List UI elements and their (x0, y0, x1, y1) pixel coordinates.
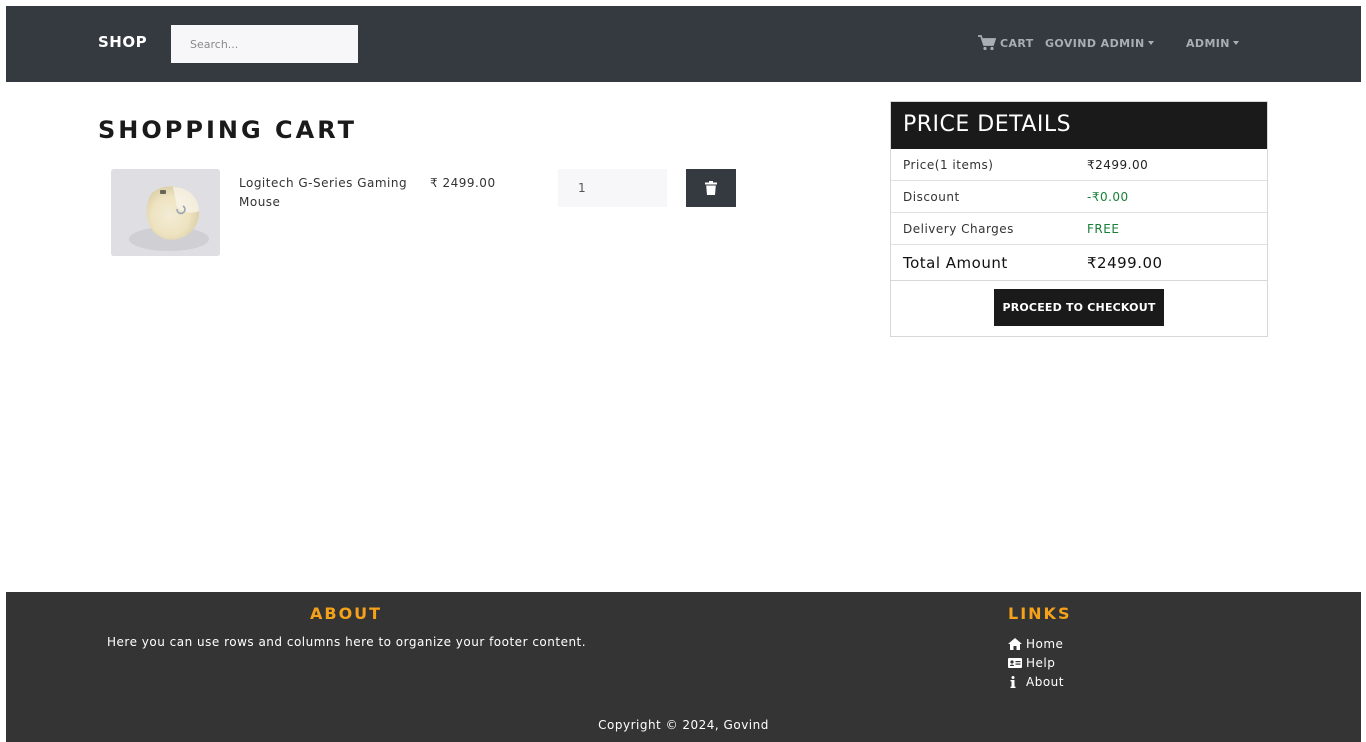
product-price: ₹ 2499.00 (430, 176, 496, 190)
footer-links: Home Help About (1008, 634, 1064, 691)
price-row: Price(1 items) ₹2499.00 (891, 149, 1267, 181)
footer-about-title: ABOUT (310, 604, 383, 623)
discount-label: Discount (903, 189, 960, 204)
footer-link-home[interactable]: Home (1008, 634, 1064, 653)
price-details-card: PRICE DETAILS Price(1 items) ₹2499.00 Di… (890, 101, 1268, 337)
home-icon (1008, 637, 1022, 650)
price-value: ₹2499.00 (1087, 157, 1149, 172)
discount-row: Discount -₹0.00 (891, 181, 1267, 213)
delivery-row: Delivery Charges FREE (891, 213, 1267, 245)
footer-links-title: LINKS (1008, 604, 1072, 623)
trash-icon (705, 181, 717, 195)
cart-item-row: Logitech G-Series Gaming Mouse ₹ 2499.00 (111, 169, 751, 259)
chevron-down-icon (1147, 40, 1154, 45)
total-label: Total Amount (903, 253, 1008, 272)
total-row: Total Amount ₹2499.00 (891, 245, 1267, 281)
footer-link-label: About (1026, 674, 1064, 689)
navbar: SHOP CART GOVIND ADMIN ADMIN (6, 6, 1361, 82)
price-details-title: PRICE DETAILS (891, 102, 1267, 149)
product-image[interactable] (111, 169, 220, 256)
footer-link-about[interactable]: About (1008, 672, 1064, 691)
page-title: SHOPPING CART (98, 116, 357, 144)
footer-link-help[interactable]: Help (1008, 653, 1064, 672)
delivery-value: FREE (1087, 221, 1120, 236)
footer-link-label: Help (1026, 655, 1056, 670)
info-icon (1010, 675, 1016, 688)
delivery-label: Delivery Charges (903, 221, 1014, 236)
cart-label: CART (1000, 36, 1034, 50)
delete-item-button[interactable] (686, 169, 736, 207)
footer: ABOUT Here you can use rows and columns … (6, 592, 1361, 742)
proceed-to-checkout-button[interactable]: PROCEED TO CHECKOUT (994, 288, 1164, 326)
brand-logo[interactable]: SHOP (98, 33, 147, 51)
price-label: Price(1 items) (903, 157, 994, 172)
cart-icon (978, 35, 997, 51)
search-input[interactable] (171, 25, 358, 63)
chevron-down-icon (1232, 40, 1239, 45)
page-frame: SHOP CART GOVIND ADMIN ADMIN SHOPPING CA… (6, 6, 1361, 742)
user-menu-dropdown[interactable]: GOVIND ADMIN (1045, 37, 1154, 50)
user-menu-label: GOVIND ADMIN (1045, 37, 1145, 50)
product-name[interactable]: Logitech G-Series Gaming Mouse (239, 174, 419, 212)
admin-menu-label: ADMIN (1186, 37, 1230, 50)
copyright-text: Copyright © 2024, Govind (598, 718, 769, 732)
cart-link[interactable]: CART (978, 35, 1034, 51)
checkout-container: PROCEED TO CHECKOUT (891, 281, 1267, 333)
footer-about-text: Here you can use rows and columns here t… (107, 635, 587, 649)
quantity-input[interactable] (558, 169, 667, 207)
discount-value: -₹0.00 (1087, 189, 1129, 204)
total-value: ₹2499.00 (1087, 253, 1163, 272)
id-card-icon (1008, 657, 1022, 668)
admin-menu-dropdown[interactable]: ADMIN (1186, 37, 1239, 50)
footer-link-label: Home (1026, 636, 1064, 651)
